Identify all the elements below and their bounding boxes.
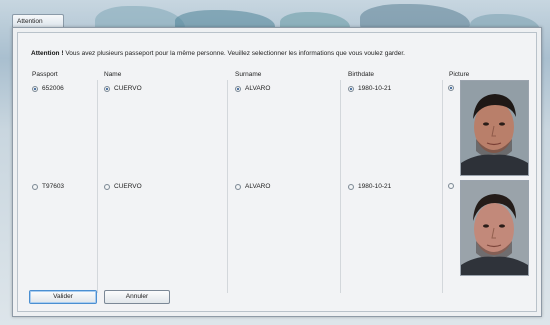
name-option-2[interactable]: CUERVO <box>104 183 142 190</box>
warning-prefix: Attention ! <box>31 50 64 57</box>
face-photo-icon <box>461 181 528 275</box>
column-header-name: Name <box>104 71 122 78</box>
warning-text: Vous avez plusieurs passeport pour la mê… <box>65 50 405 57</box>
name-value: CUERVO <box>114 85 142 92</box>
name-value: CUERVO <box>114 183 142 190</box>
column-header-passport: Passport <box>32 71 58 78</box>
window-title: Attention <box>17 18 43 25</box>
radio-button[interactable] <box>235 85 241 92</box>
birthdate-option-1[interactable]: 1980-10-21 <box>348 85 391 92</box>
passport-photo-1 <box>460 80 529 176</box>
dialog-content: Attention ! Vous avez plusieurs passepor… <box>17 32 537 312</box>
birthdate-value: 1980-10-21 <box>358 183 392 190</box>
passport-value: T97603 <box>42 183 65 190</box>
warning-message: Attention ! Vous avez plusieurs passepor… <box>31 50 541 57</box>
window-tab[interactable]: Attention <box>12 14 64 27</box>
column-header-birthdate: Birthdate <box>348 71 375 78</box>
radio-button[interactable] <box>32 183 38 190</box>
radio-button[interactable] <box>104 85 110 92</box>
surname-option-2[interactable]: ALVARO <box>235 183 270 190</box>
validate-button[interactable]: Valider <box>29 290 97 304</box>
column-divider <box>97 80 98 293</box>
radio-button[interactable] <box>348 85 354 92</box>
attention-dialog: Attention ! Vous avez plusieurs passepor… <box>12 27 542 317</box>
surname-option-1[interactable]: ALVARO <box>235 85 270 92</box>
picture-option-1[interactable] <box>448 85 454 91</box>
radio-button[interactable] <box>104 183 110 190</box>
surname-value: ALVARO <box>245 85 271 92</box>
radio-button[interactable] <box>348 183 354 190</box>
passport-option-1[interactable]: 652006 <box>32 85 64 92</box>
radio-button[interactable] <box>32 85 38 92</box>
column-divider <box>227 80 228 293</box>
column-header-surname: Surname <box>235 71 262 78</box>
cancel-button[interactable]: Annuler <box>104 290 170 304</box>
radio-button[interactable] <box>235 183 241 190</box>
passport-option-2[interactable]: T97603 <box>32 183 64 190</box>
face-photo-icon <box>461 81 528 175</box>
passport-photo-2 <box>460 180 529 276</box>
picture-option-2[interactable] <box>448 183 454 189</box>
column-header-picture: Picture <box>449 71 470 78</box>
passport-value: 652006 <box>42 85 64 92</box>
birthdate-option-2[interactable]: 1980-10-21 <box>348 183 391 190</box>
name-option-1[interactable]: CUERVO <box>104 85 142 92</box>
surname-value: ALVARO <box>245 183 271 190</box>
birthdate-value: 1980-10-21 <box>358 85 392 92</box>
column-divider <box>340 80 341 293</box>
column-divider <box>442 80 443 293</box>
